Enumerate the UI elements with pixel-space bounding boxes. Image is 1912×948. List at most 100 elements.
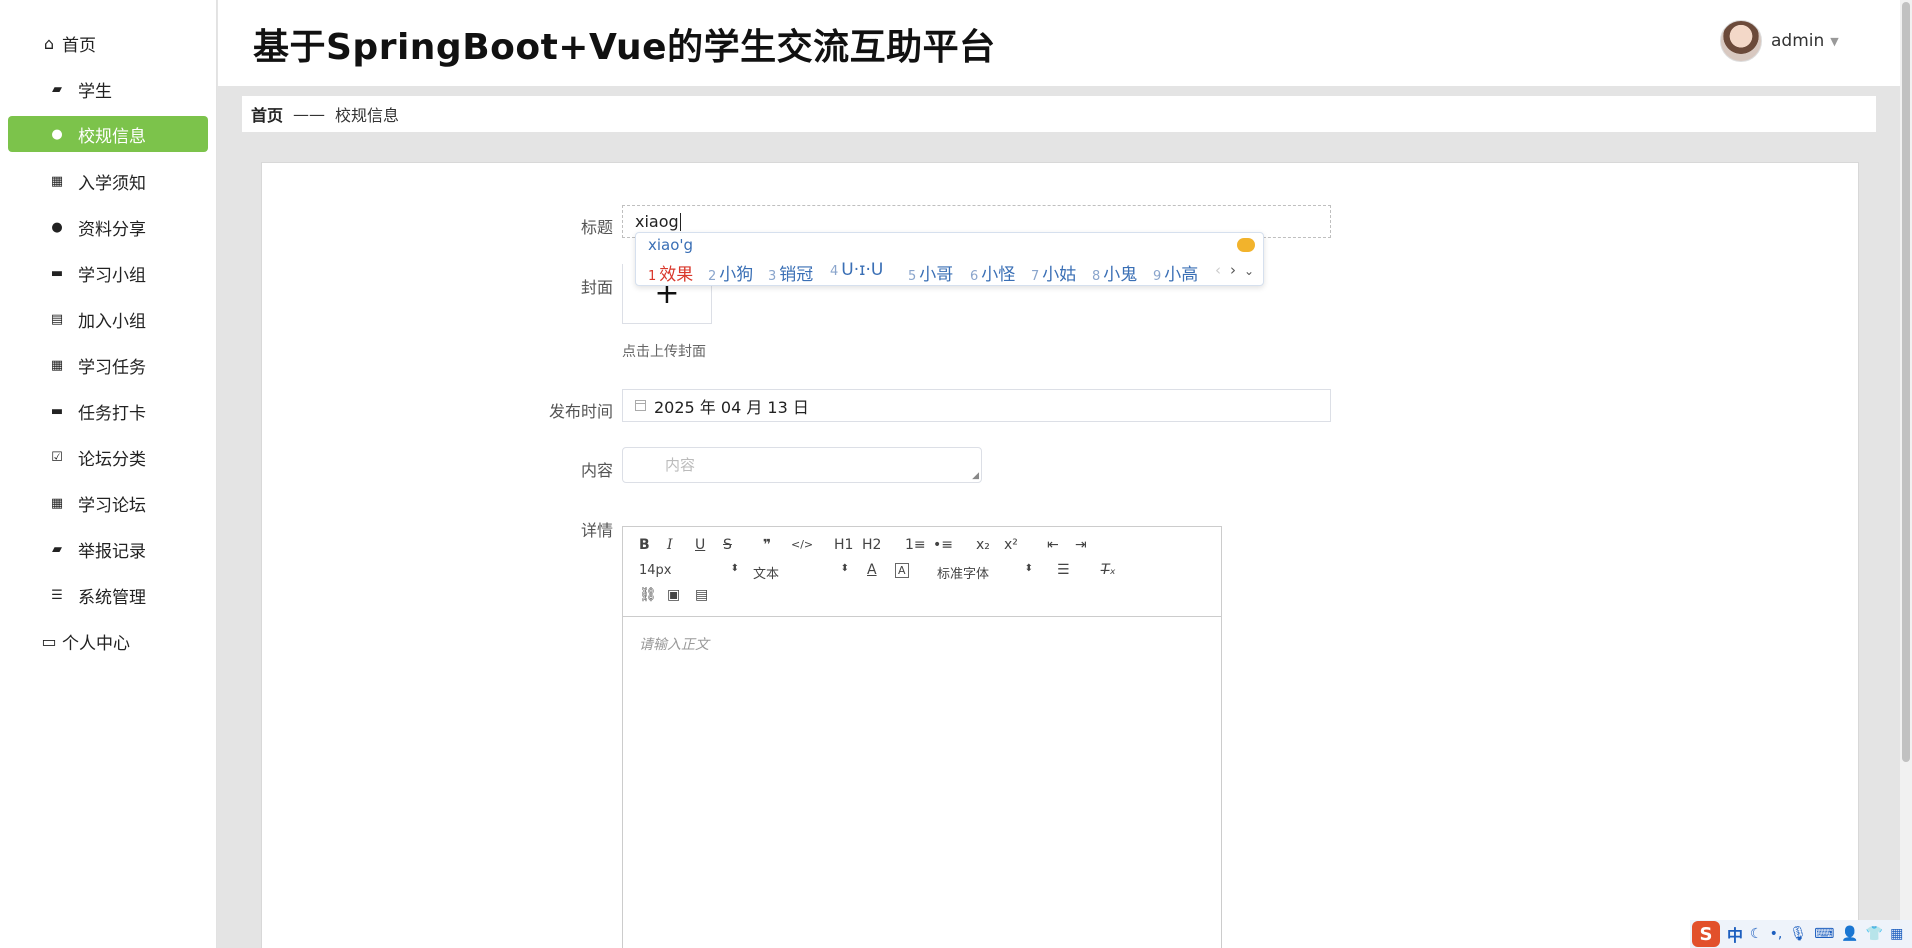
ime-candidate-text: 小高 (1164, 265, 1199, 285)
sogou-logo-icon[interactable]: S (1692, 921, 1720, 947)
font-size-select[interactable]: 14px ⬍ (639, 563, 739, 578)
code-block-button[interactable]: </> (791, 538, 813, 551)
font-size-value: 14px (639, 563, 672, 578)
ime-candidate[interactable]: 1 效果 (648, 260, 693, 285)
publish-date-picker[interactable]: 2025 年 04 月 13 日 (622, 389, 1331, 422)
moon-icon[interactable]: ☾ (1750, 926, 1763, 942)
subscript-button[interactable]: x₂ (976, 537, 990, 553)
sidebar-item-label: 系统管理 (78, 587, 146, 608)
ime-candidate-text: 小狗 (719, 265, 754, 285)
font-color-icon[interactable]: A (867, 562, 877, 578)
grid-icon: ▦ (50, 173, 64, 189)
shirt-icon[interactable]: 👕 (1866, 926, 1883, 942)
sidebar-item-study-group[interactable]: ▬ 学习小组 (8, 255, 208, 291)
apps-icon[interactable]: ▦ (1890, 926, 1903, 942)
video-icon[interactable]: ▤ (695, 587, 708, 603)
rich-text-editor: B I U S ❞ </> H1 H2 1≡ •≡ x₂ x² ⇤ ⇥ 14px… (622, 526, 1222, 948)
sidebar-item-resource-share[interactable]: ● 资料分享 (8, 209, 208, 245)
sidebar-item-label: 个人中心 (62, 633, 130, 654)
sidebar-item-system-management[interactable]: ☰ 系统管理 (8, 577, 208, 613)
superscript-button[interactable]: x² (1004, 537, 1018, 553)
bullet-list-button[interactable]: •≡ (933, 537, 953, 553)
ime-candidate-number: 8 (1092, 269, 1101, 284)
publish-date-label: 发布时间 (548, 402, 613, 421)
grid-icon: ▦ (50, 357, 64, 373)
blockquote-button[interactable]: ❞ (763, 537, 771, 553)
sidebar-item-school-rules[interactable]: ● 校规信息 (8, 116, 208, 152)
ime-expand-icon[interactable]: ⌄ (1244, 264, 1254, 278)
align-icon[interactable]: ☰ (1057, 562, 1070, 578)
sidebar-item-forum-category[interactable]: ☑ 论坛分类 (8, 439, 208, 475)
username[interactable]: admin (1771, 31, 1824, 51)
ime-prev-page-icon[interactable]: ‹ (1215, 261, 1221, 279)
ime-language-toggle[interactable]: 中 (1727, 922, 1743, 946)
bold-button[interactable]: B (639, 537, 650, 553)
ordered-list-button[interactable]: 1≡ (905, 537, 926, 553)
indent-button[interactable]: ⇥ (1075, 537, 1087, 553)
ime-composition: xiao'g (648, 236, 694, 254)
ime-candidate-window: xiao'g 1 效果 2 小狗 3 销冠 4 U·ɪ·U 5 小哥 6 小怪 7 小姑 8小… (635, 232, 1264, 286)
sidebar-item-home[interactable]: ⌂ 首页 (8, 25, 208, 61)
ime-candidate[interactable]: 6 小怪 (970, 260, 1015, 285)
caret-down-icon[interactable]: ▼ (1830, 35, 1838, 48)
breadcrumb-home[interactable]: 首页 (251, 102, 283, 126)
sidebar-item-personal-center[interactable]: ▭ 个人中心 (8, 623, 208, 659)
ime-candidate[interactable]: 9 小高 (1153, 260, 1198, 285)
ime-candidate-number: 1 (648, 269, 657, 284)
sidebar-item-study-task[interactable]: ▦ 学习任务 (8, 347, 208, 383)
user-icon[interactable]: 👤 (1841, 926, 1858, 942)
punctuation-icon[interactable]: •, (1770, 926, 1783, 942)
underline-button[interactable]: U (695, 537, 705, 553)
sidebar-item-students[interactable]: ▰ 学生 (8, 71, 208, 107)
select-arrows-icon: ⬍ (840, 563, 849, 574)
ime-candidate[interactable]: 2 小狗 (708, 260, 753, 285)
sidebar-item-study-forum[interactable]: ▦ 学习论坛 (8, 485, 208, 521)
microphone-icon[interactable]: 🎙 (1789, 926, 1807, 942)
ime-skin-icon[interactable] (1237, 238, 1255, 252)
content-textarea[interactable]: 内容 ◢ (622, 447, 982, 483)
font-family-select[interactable]: 标准字体 ⬍ (937, 563, 1033, 582)
font-family-value: 标准字体 (937, 567, 990, 582)
page-scrollbar[interactable] (1900, 0, 1912, 948)
outdent-button[interactable]: ⇤ (1047, 537, 1059, 553)
block-type-select[interactable]: 文本 ⬍ (753, 563, 849, 582)
cover-upload-hint: 点击上传封面 (622, 344, 706, 360)
ime-tray: S 中 ☾ •, 🎙 ⌨ 👤 👕 ▦ (1690, 920, 1912, 948)
user-menu[interactable]: admin ▼ (1720, 20, 1839, 62)
clear-format-icon[interactable]: T̶ₓ (1101, 562, 1116, 578)
app-title: 基于SpringBoot+Vue的学生交流互助平台 (253, 27, 996, 68)
link-icon[interactable]: ⛓ (639, 587, 657, 603)
ime-candidate[interactable]: 3 销冠 (768, 260, 813, 285)
sidebar-item-task-checkin[interactable]: ▬ 任务打卡 (8, 393, 208, 429)
sidebar-item-join-group[interactable]: ▤ 加入小组 (8, 301, 208, 337)
background-color-icon[interactable]: A (895, 563, 909, 578)
image-icon[interactable]: ▣ (667, 587, 680, 603)
scrollbar-thumb[interactable] (1902, 2, 1910, 762)
ime-candidate[interactable]: 5 小哥 (908, 260, 953, 285)
block-type-value: 文本 (753, 567, 780, 582)
strike-button[interactable]: S (723, 537, 732, 553)
ime-candidate-number: 3 (768, 269, 777, 284)
sidebar-item-label: 资料分享 (78, 219, 146, 240)
ime-candidate[interactable]: 4 U·ɪ·U (830, 260, 883, 280)
sidebar-item-admission-notice[interactable]: ▦ 入学须知 (8, 163, 208, 199)
breadcrumb: 首页 —— 校规信息 (242, 96, 1876, 132)
ime-candidate[interactable]: 7 小姑 (1031, 260, 1076, 285)
h2-button[interactable]: H2 (862, 537, 881, 553)
sidebar-item-label: 举报记录 (78, 541, 146, 562)
ime-next-page-icon[interactable]: › (1230, 261, 1236, 279)
wallet-icon: ▰ (52, 541, 62, 557)
avatar[interactable] (1720, 20, 1762, 62)
keyboard-icon[interactable]: ⌨ (1814, 926, 1834, 942)
ime-candidate-number: 2 (708, 269, 717, 284)
resize-handle-icon[interactable]: ◢ (972, 471, 979, 481)
grid-icon: ▦ (50, 495, 64, 511)
h1-button[interactable]: H1 (834, 537, 853, 553)
ime-candidate[interactable]: 8 小鬼 (1092, 260, 1137, 285)
italic-button[interactable]: I (667, 537, 673, 553)
id-card-icon: ▭ (41, 631, 57, 651)
sidebar-item-label: 加入小组 (78, 311, 146, 332)
breadcrumb-current: 校规信息 (335, 106, 400, 125)
sidebar-item-report-records[interactable]: ▰ 举报记录 (8, 531, 208, 567)
top-header: 基于SpringBoot+Vue的学生交流互助平台 admin ▼ (218, 0, 1912, 86)
